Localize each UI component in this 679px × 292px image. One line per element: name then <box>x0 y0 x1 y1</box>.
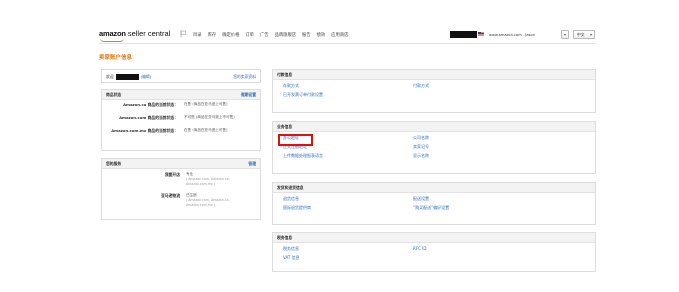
us-flag-icon <box>478 32 484 36</box>
status-label: Amazon.ca 商品的当前状态： <box>123 102 178 107</box>
language-label: 中文 <box>577 31 585 37</box>
tax-info-title: 税务信息 <box>277 234 293 240</box>
company-name-link[interactable]: 公司名称 <box>413 135 585 141</box>
marketplace-dropdown[interactable]: ▾ <box>561 30 569 39</box>
status-value: 在售 (商品在亚马逊上可售) <box>184 128 228 132</box>
deposit-methods-link[interactable]: 存款方式 <box>283 83 413 89</box>
vacation-settings-link[interactable]: 假期设置 <box>241 92 256 98</box>
shipping-info-title: 发货和退货信息 <box>277 184 304 190</box>
nav-performance[interactable]: 绩效 <box>317 32 326 38</box>
invoiced-order-payment-link[interactable]: 已开发票订单付款设置 <box>283 92 413 98</box>
redacted-seller-name <box>115 74 139 80</box>
payment-info-title: 付款信息 <box>277 71 293 77</box>
charge-methods-link[interactable]: 付款方式 <box>413 83 585 89</box>
vat-info-link[interactable]: VAT 信息 <box>283 255 413 261</box>
seller-central-logo[interactable]: amazon seller central <box>99 29 171 42</box>
status-value: 在售 (商品在亚马逊上可售) <box>184 102 228 106</box>
seller-token-link[interactable]: 卖家记号 <box>413 144 585 150</box>
shipping-returns-panel: 发货和退货信息 退货信息 配送设置 国际退货提供商 “购买配送”偏好设置 <box>272 182 596 225</box>
nav-appstore[interactable]: 应用商店 <box>331 32 348 38</box>
language-selector[interactable]: 中文 ▾ <box>573 30 595 39</box>
chevron-down-icon: ▾ <box>589 32 592 37</box>
edit-link[interactable]: (编辑) <box>141 74 152 80</box>
rfc-id-link[interactable]: RFC ID <box>413 246 585 252</box>
tax-info-panel: 税务信息 税务信息 RFC ID VAT 信息 <box>272 232 596 272</box>
nav-stores[interactable]: 品牌旗舰店 <box>275 32 296 38</box>
logo-suffix-text: seller central <box>127 29 171 38</box>
service-row: 我要开店 专业 ( Amazon.com, Amazon.ca, Amazon.… <box>102 169 260 190</box>
service-row: 亚马逊物流 已注册 ( Amazon.com, Amazon.ca, Amazo… <box>102 190 260 211</box>
business-info-title: 业务信息 <box>277 123 293 129</box>
listing-status-panel: 商品状态 假期设置 Amazon.ca 商品的当前状态： 在售 (商品在亚马逊上… <box>101 89 261 151</box>
status-row: Amazon.com 商品的当前状态： 不可售 (商品在亚马逊上不可售) <box>102 113 260 126</box>
buy-shipping-preferences-link[interactable]: “购买配送”偏好设置 <box>413 205 585 211</box>
flag-icon[interactable] <box>180 30 187 38</box>
logo-smile-icon <box>100 38 124 42</box>
upload-report-language-link[interactable]: 上传数据处理报表语言 <box>283 153 413 159</box>
shipping-settings-link[interactable]: 配送设置 <box>413 196 585 202</box>
status-label: Amazon.com.mx 商品的当前状态： <box>111 128 178 133</box>
services-title: 您的服务 <box>106 160 122 166</box>
manage-services-link[interactable]: 管理 <box>248 161 256 167</box>
business-info-panel: 业务信息 办公地址 公司名称 正式注册地址 卖家记号 上传数据处理报表语言 显示… <box>272 121 596 174</box>
nav-pricing[interactable]: 确定价格 <box>222 32 239 38</box>
nav-advertising[interactable]: 广告 <box>260 32 269 38</box>
service-marketplaces: ( Amazon.com, Amazon.ca, Amazon.com.mx ) <box>186 198 230 208</box>
service-marketplaces: ( Amazon.com, Amazon.ca, Amazon.com.mx ) <box>186 177 230 187</box>
return-info-link[interactable]: 退货信息 <box>283 196 413 202</box>
seller-profile-link[interactable]: 您的卖家资料 <box>233 74 256 80</box>
status-label: Amazon.com 商品的当前状态： <box>119 115 178 120</box>
welcome-label: 欢迎 <box>106 74 114 79</box>
chevron-down-icon: ▾ <box>563 32 566 37</box>
welcome-panel: 欢迎 (编辑) 您的卖家资料 <box>101 69 261 83</box>
nav-catalog[interactable]: 目录 <box>193 32 202 38</box>
marketplace-selector[interactable]: www.amazon.com - Jason <box>487 30 558 39</box>
nav-orders[interactable]: 订单 <box>245 32 254 38</box>
status-row: Amazon.com.mx 商品的当前状态： 在售 (商品在亚马逊上可售) <box>102 126 260 139</box>
status-value: 不可售 (商品在亚马逊上不可售) <box>184 115 235 119</box>
redacted-account-name <box>450 31 477 38</box>
service-label: 我要开店 <box>164 172 180 177</box>
status-row: Amazon.ca 商品的当前状态： 在售 (商品在亚马逊上可售) <box>102 100 260 113</box>
display-name-link[interactable]: 显示名称 <box>413 153 585 159</box>
top-bar: amazon seller central 目录 库存 确定价格 订单 广告 品… <box>99 25 596 44</box>
logo-amazon-text: amazon <box>99 29 126 38</box>
service-label: 亚马逊物流 <box>161 192 180 198</box>
international-returns-link[interactable]: 国际退货提供商 <box>283 205 413 211</box>
page-title: 卖家账户信息 <box>99 55 133 61</box>
payment-info-panel: 付款信息 存款方式 付款方式 已开发票订单付款设置 <box>272 69 596 113</box>
main-nav: 目录 库存 确定价格 订单 广告 品牌旗舰店 报告 绩效 应用商店 <box>193 32 348 38</box>
listing-status-title: 商品状态 <box>106 91 122 97</box>
nav-inventory[interactable]: 库存 <box>208 32 217 38</box>
nav-reports[interactable]: 报告 <box>302 32 311 38</box>
services-panel: 您的服务 管理 我要开店 专业 ( Amazon.com, Amazon.ca,… <box>101 158 261 220</box>
highlight-box <box>278 134 313 146</box>
tax-info-link[interactable]: 税务信息 <box>283 246 413 252</box>
